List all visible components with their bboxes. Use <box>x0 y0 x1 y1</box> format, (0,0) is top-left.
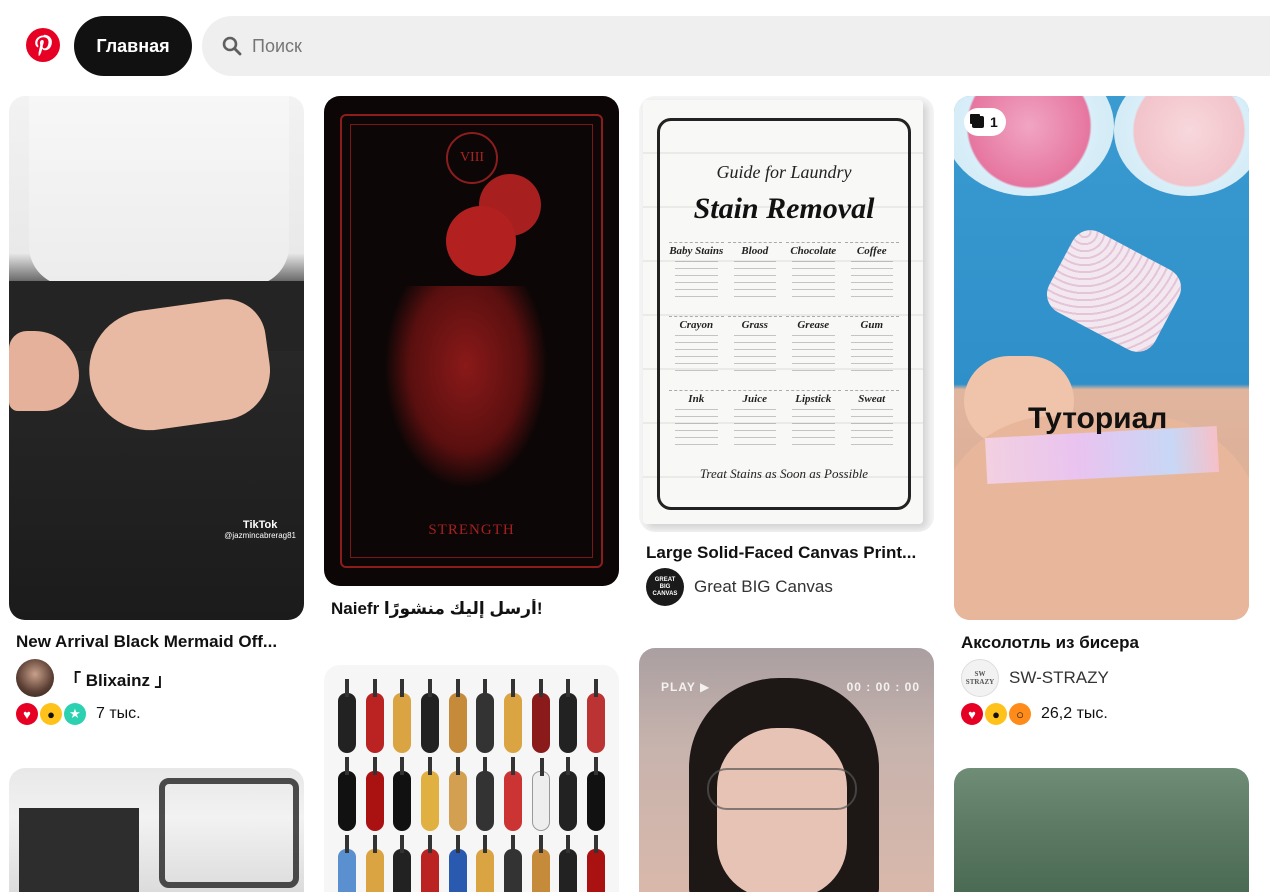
pin-author[interactable]: 「 Blixainz 」 <box>16 659 172 697</box>
pin-title[interactable]: Аксолотль из бисера <box>961 633 1243 653</box>
avatar <box>16 659 54 697</box>
pin-author[interactable]: GREAT BIG CANVAS Great BIG Canvas <box>646 568 833 606</box>
canvas-footer: Treat Stains as Soon as Possible <box>699 466 869 481</box>
pin-image-tarot-card[interactable]: VIII STRENGTH <box>324 96 619 586</box>
pin-image-landscape[interactable] <box>954 768 1249 892</box>
surprised-face-icon: ○ <box>1009 703 1031 725</box>
card-number: VIII <box>446 132 498 184</box>
search-bar[interactable] <box>202 16 1270 76</box>
multi-image-badge: 1 <box>964 108 1006 136</box>
home-button[interactable]: Главная <box>74 16 192 76</box>
video-timecode: 00 : 00 : 00 <box>846 680 920 694</box>
wow-face-icon: ● <box>985 703 1007 725</box>
reactions-count: 7 тыс. <box>96 705 141 722</box>
avatar: GREAT BIG CANVAS <box>646 568 684 606</box>
pin-image-portrait-video[interactable]: PLAY ▶ 00 : 00 : 00 <box>639 648 934 892</box>
pinterest-logo-icon[interactable] <box>26 28 60 62</box>
author-name: 「 Blixainz 」 <box>64 670 172 690</box>
pin-image-laundry-guide[interactable]: Guide for Laundry Stain Removal Baby Sta… <box>639 96 934 532</box>
wow-face-icon: ● <box>40 703 62 725</box>
badge-count: 1 <box>990 114 998 130</box>
top-navbar: Главная <box>0 0 1270 92</box>
search-icon <box>222 36 242 56</box>
pin-image-mermaid-skirt[interactable]: TikTok @jazmincabrerag81 <box>9 96 304 620</box>
card-name: STRENGTH <box>428 522 515 538</box>
pin-title[interactable]: Naiefr أرسل إليك منشورًا! <box>331 599 615 619</box>
canvas-heading: Guide for Laundry <box>716 162 852 182</box>
pin-image-guitars-chart[interactable] <box>324 665 619 892</box>
tiktok-watermark: TikTok @jazmincabrerag81 <box>224 519 296 540</box>
pin-image-interior[interactable] <box>9 768 304 892</box>
pin-title[interactable]: New Arrival Black Mermaid Off... <box>16 632 296 652</box>
reactions: ♥ ● ○ 26,2 тыс. <box>961 703 1108 725</box>
pin-title[interactable]: Large Solid-Faced Canvas Print... <box>646 543 928 563</box>
pin-image-bead-axolotl[interactable]: Туториал 1 <box>954 96 1249 620</box>
reactions: ♥ ● ★ 7 тыс. <box>16 703 141 725</box>
reactions-count: 26,2 тыс. <box>1041 705 1108 722</box>
tiktok-handle: @jazmincabrerag81 <box>224 531 296 540</box>
overlay-text: Туториал <box>1028 402 1168 435</box>
heart-icon: ♥ <box>961 703 983 725</box>
author-name: SW-STRAZY <box>1009 668 1109 687</box>
author-name: Great BIG Canvas <box>694 577 833 596</box>
tiktok-brand: TikTok <box>242 519 278 531</box>
multi-image-icon <box>972 116 984 128</box>
stain-grid: Baby Stains Blood Chocolate Coffee Crayo… <box>669 242 899 460</box>
search-input[interactable] <box>252 35 1152 57</box>
pin-author[interactable]: SW STRAZY SW-STRAZY <box>961 659 1109 697</box>
video-play-label: PLAY ▶ <box>661 680 711 694</box>
avatar: SW STRAZY <box>961 659 999 697</box>
sparkle-face-icon: ★ <box>64 703 86 725</box>
heart-icon: ♥ <box>16 703 38 725</box>
canvas-title: Stain Removal <box>693 192 875 225</box>
